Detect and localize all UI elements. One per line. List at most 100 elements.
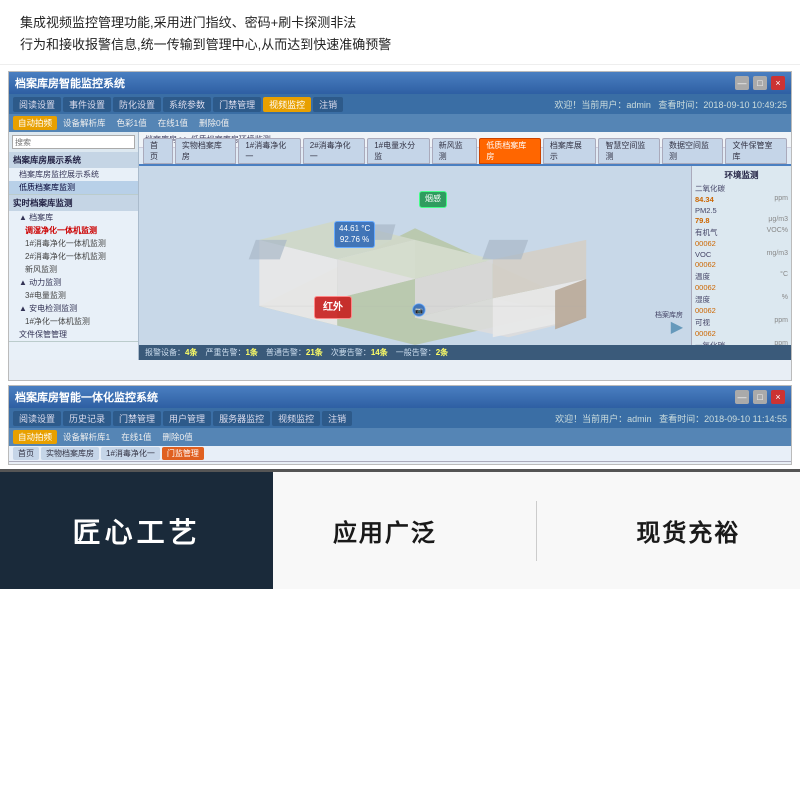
ctab-smart[interactable]: 智慧空间监测 <box>598 138 660 164</box>
panel-row-temp: 温度 °C <box>695 271 788 282</box>
panel-row-voc2: VOC mg/m3 <box>695 250 788 259</box>
maximize-button[interactable]: □ <box>753 76 767 90</box>
panel-row-humidity: 湿度 % <box>695 294 788 305</box>
sidebar-item-lowq[interactable]: 低质档案库监测 <box>9 181 138 194</box>
floorplan-container: 📷 44.61 °C 92.76 % 红外 烟感 ▶ 档 <box>139 166 791 345</box>
ctab-display[interactable]: 档案库展示 <box>543 138 597 164</box>
sidebar-sub-elec[interactable]: 3#电量监测 <box>9 289 138 302</box>
navtab-device[interactable]: 设备解析库 <box>58 116 111 130</box>
win-title-1: 档案库房智能监控系统 <box>15 75 125 91</box>
topbar-btn-events[interactable]: 事件设置 <box>63 97 111 112</box>
alert-section: 报警设备：4条 严重告警：1条 普通告警：21条 次要告警：14条 一般告警：2… <box>139 345 791 360</box>
app-topbar-1: 阅读设置 事件设置 防化设置 系统参数 门禁管理 视频监控 注销 欢迎！当前用户… <box>9 94 791 114</box>
win-controls-2[interactable]: — □ × <box>735 390 785 404</box>
sidebar-item-file[interactable]: 文件保管管理 <box>9 328 138 341</box>
screen2-ctab-home[interactable]: 首页 <box>13 447 39 460</box>
navtab2-auto[interactable]: 自动拍频 <box>13 430 57 444</box>
floorplan-nav-button[interactable]: ▶ <box>671 317 683 337</box>
alert-label-normal: 普通告警：21条 <box>266 347 323 358</box>
win-titlebar-1: 档案库房智能监控系统 — □ × <box>9 72 791 94</box>
navtab2-online[interactable]: 在线1值 <box>116 430 156 444</box>
topbar-btn-door[interactable]: 门禁管理 <box>213 97 261 112</box>
close-button[interactable]: × <box>771 76 785 90</box>
navtab2-device[interactable]: 设备解析库1 <box>58 430 115 444</box>
floorplan-nav-label: 档案库房 <box>655 310 683 320</box>
screen2: 档案库房智能一体化监控系统 — □ × 阅读设置 历史记录 门禁管理 用户管理 … <box>8 385 792 465</box>
promo-divider <box>536 501 537 561</box>
topbar-btn-logout[interactable]: 注销 <box>313 97 343 112</box>
search-input[interactable] <box>12 135 135 149</box>
topbar2-user[interactable]: 用户管理 <box>163 411 211 426</box>
screen2-content: 档案库房智能一体化监控系统 — □ × 阅读设置 历史记录 门禁管理 用户管理 … <box>9 386 791 464</box>
promo-item-text-1: 应用广泛 <box>333 513 437 548</box>
screen1: 档案库房智能监控系统 — □ × 阅读设置 事件设置 防化设置 系统参数 门禁管… <box>8 71 792 381</box>
panel-row-co2: 二氧化碳 <box>695 183 788 194</box>
screen2-ctab-door[interactable]: 门监管理 <box>162 447 204 460</box>
navtab-auto[interactable]: 自动拍频 <box>13 116 57 130</box>
sidebar-sub-newair[interactable]: 新风监测 <box>9 263 138 276</box>
topbar-btn-system[interactable]: 系统参数 <box>163 97 211 112</box>
alert-label-minor: 次要告警：14条 <box>331 347 388 358</box>
sidebar-sub-clean2[interactable]: 2#消毒净化一体机监测 <box>9 250 138 263</box>
sidebar-1: 档案库房展示系统 档案库房监控展示系统 低质档案库监测 实时档案库监测 ▲ 档案… <box>9 132 139 360</box>
minimize-button[interactable]: — <box>735 76 749 90</box>
topbar2-video[interactable]: 视频监控 <box>272 411 320 426</box>
ctab-clean1[interactable]: 1#消毒净化一 <box>238 138 300 164</box>
topbar-btn-settings[interactable]: 阅读设置 <box>13 97 61 112</box>
topbar2-door[interactable]: 门禁管理 <box>113 411 161 426</box>
topbar-btn-defense[interactable]: 防化设置 <box>113 97 161 112</box>
ctab-home[interactable]: 首页 <box>143 138 173 164</box>
topbar2-server[interactable]: 服务器监控 <box>213 411 270 426</box>
close-button-2[interactable]: × <box>771 390 785 404</box>
topbar2-settings[interactable]: 阅读设置 <box>13 411 61 426</box>
top-text-line1: 集成视频监控管理功能,采用进门指纹、密码+刷卡探测非法 <box>20 12 780 34</box>
panel-row-voc-label: 有机气 VOC% <box>695 227 788 238</box>
topbar2-history[interactable]: 历史记录 <box>63 411 111 426</box>
panel-row-visible: 可视 ppm <box>695 317 788 328</box>
sidebar-item-display[interactable]: 档案库房监控展示系统 <box>9 168 138 181</box>
content-area-1: 档案库房 >> 低质档案库房环境监测 首页 实物档案库房 1#消毒净化一 2#消… <box>139 132 791 360</box>
badge-smoke: 烟感 <box>419 191 447 207</box>
sidebar-sub-purify[interactable]: 1#净化一体机监测 <box>9 315 138 328</box>
maximize-button-2[interactable]: □ <box>753 390 767 404</box>
app-topbar-2: 阅读设置 历史记录 门禁管理 用户管理 服务器监控 视频监控 注销 欢迎！当前用… <box>9 408 791 428</box>
screen2-ctab-archive[interactable]: 实物档案库房 <box>41 447 99 460</box>
ctab-elec[interactable]: 1#电量水分监 <box>367 138 429 164</box>
topbar2-logout[interactable]: 注销 <box>322 411 352 426</box>
ctab-lowq[interactable]: 低质档案库房 <box>479 138 541 164</box>
ctab-newair[interactable]: 新风监测 <box>432 138 478 164</box>
ctab-archive[interactable]: 实物档案库房 <box>175 138 237 164</box>
topbar2-info: 欢迎！当前用户：admin 查看时间：2018-09-10 11:14:55 <box>555 412 787 425</box>
alert-label-general: 一般告警：2条 <box>396 347 448 358</box>
sidebar-sub-ir[interactable]: 调湿净化一体机监测 <box>9 224 138 237</box>
navtab-online[interactable]: 在线1值 <box>153 116 193 130</box>
ctab-clean2[interactable]: 2#消毒净化一 <box>303 138 365 164</box>
win-controls-1[interactable]: — □ × <box>735 76 785 90</box>
topbar-info: 欢迎！当前用户：admin 查看时间：2018-09-10 10:49:25 <box>554 98 787 111</box>
topbar-btn-video[interactable]: 视频监控 <box>263 97 311 112</box>
sidebar-sub-clean1[interactable]: 1#消毒净化一体机监测 <box>9 237 138 250</box>
sidebar-group-2: 实时档案库监测 ▲ 档案库 调湿净化一体机监测 1#消毒净化一体机监测 2#消毒… <box>9 195 138 342</box>
promo-left: 匠心工艺 <box>0 472 273 589</box>
ctab-file[interactable]: 文件保管室库 <box>725 138 787 164</box>
promo-item-2: 现货充裕 <box>636 513 740 548</box>
top-text-section: 集成视频监控管理功能,采用进门指纹、密码+刷卡探测非法 行为和接收报警信息,统一… <box>0 0 800 65</box>
minimize-button-2[interactable]: — <box>735 390 749 404</box>
right-panel: 环境监测 二氧化碳 84.34 ppm PM2.5 79.8 μg/m3 <box>691 166 791 345</box>
promo-section: 匠心工艺 应用广泛 现货充裕 <box>0 469 800 589</box>
panel-title: 环境监测 <box>695 169 788 181</box>
sidebar-group-title-1: 档案库房展示系统 <box>9 152 138 168</box>
win-title-2: 档案库房智能一体化监控系统 <box>15 389 158 405</box>
sidebar-item-elec2[interactable]: ▲ 安电检测监测 <box>9 302 138 315</box>
navtab-color[interactable]: 色彩1值 <box>112 116 152 130</box>
floorplan-main: 📷 44.61 °C 92.76 % 红外 烟感 ▶ 档 <box>139 166 691 345</box>
promo-right: 应用广泛 现货充裕 <box>273 472 800 589</box>
badge-infrared: 红外 <box>314 296 352 319</box>
navtab-delete[interactable]: 删除0值 <box>194 116 234 130</box>
ctab-data[interactable]: 数据空间监测 <box>662 138 724 164</box>
sidebar-item-realtime[interactable]: ▲ 档案库 <box>9 211 138 224</box>
navtab2-delete[interactable]: 删除0值 <box>157 430 197 444</box>
sidebar-item-power[interactable]: ▲ 动力监测 <box>9 276 138 289</box>
content-tabs-1: 首页 实物档案库房 1#消毒净化一 2#消毒净化一 1#电量水分监 新风监测 低… <box>139 148 791 166</box>
screen2-ctab-clean[interactable]: 1#消毒净化一 <box>101 447 160 460</box>
